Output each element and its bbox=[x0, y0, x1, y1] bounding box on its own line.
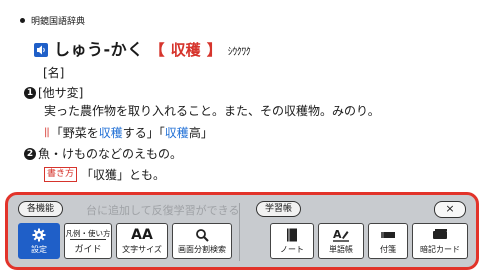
example-link[interactable]: 収穫 bbox=[99, 124, 123, 141]
search-icon bbox=[173, 228, 231, 242]
settings-label: 設定 bbox=[31, 245, 47, 254]
bracket-close: 】 bbox=[206, 41, 222, 59]
vocabulary-button[interactable]: A 単語帳 bbox=[318, 223, 364, 259]
example-text: 高」 bbox=[188, 126, 213, 140]
close-button[interactable]: × bbox=[434, 201, 466, 218]
bullet-icon bbox=[20, 18, 25, 23]
ghost-hint-text: 台に追加して反復学習ができる bbox=[86, 204, 240, 217]
sense-2: 2 魚・けものなどのえもの。 bbox=[24, 145, 182, 162]
bracket-open: 【 bbox=[149, 41, 165, 59]
example-sentence: || 「野菜を 収穫 する」「 収穫 高」 bbox=[44, 124, 213, 141]
note-button[interactable]: ノート bbox=[270, 223, 314, 259]
split-search-label: 画面分割検索 bbox=[178, 245, 226, 254]
sense-1: 1 [他サ変] bbox=[24, 84, 83, 101]
settings-button[interactable]: 設定 bbox=[18, 223, 60, 259]
source-label: 明鏡国語辞典 bbox=[31, 17, 86, 27]
sense-1-definition: 実った農作物を取り入れること。また、その収穫物。みのり。 bbox=[44, 104, 380, 118]
speaker-icon[interactable] bbox=[34, 42, 48, 57]
example-mark: || bbox=[44, 127, 50, 138]
alt-spelling-badge: 書き方 bbox=[44, 167, 78, 182]
memory-card-label: 暗記カード bbox=[420, 245, 460, 254]
sense-2-definition: 魚・けものなどのえもの。 bbox=[38, 147, 183, 161]
guide-top-label: 凡例・使い方 bbox=[65, 229, 111, 238]
vocabulary-label: 単語帳 bbox=[329, 245, 353, 254]
sticky-note-button[interactable]: 付箋 bbox=[368, 223, 408, 259]
svg-text:A: A bbox=[333, 228, 342, 241]
memory-card-button[interactable]: 暗記カード bbox=[412, 223, 468, 259]
alternate-spelling: 書き方 「収獲」とも。 bbox=[44, 166, 165, 183]
group-divider bbox=[239, 203, 240, 261]
reading-kana: ｼｳｸﾜｸ bbox=[227, 47, 251, 58]
guide-label: ガイド bbox=[74, 245, 102, 255]
function-toolbar: 各機能 台に追加して反復学習ができる 学習帳 × 設定 凡例・使い方 ガイド A… bbox=[5, 192, 479, 270]
alt-spelling-text: 「収獲」とも。 bbox=[81, 168, 166, 182]
font-size-icon: AA bbox=[131, 227, 153, 243]
notebook-icon bbox=[271, 228, 313, 242]
vocabulary-icon: A bbox=[319, 228, 363, 242]
headword-row: しゅう-かく 【収穫】 ｼｳｸﾜｸ bbox=[34, 36, 251, 60]
sticky-note-icon bbox=[369, 228, 407, 242]
dictionary-source: 明鏡国語辞典 bbox=[20, 14, 85, 27]
memory-card-icon bbox=[413, 228, 467, 242]
group-label-functions: 各機能 bbox=[18, 201, 64, 217]
font-size-label: 文字サイズ bbox=[122, 245, 162, 254]
part-of-speech: [名] bbox=[43, 66, 65, 80]
sense-1-label: [他サ変] bbox=[38, 86, 84, 100]
group-label-study: 学習帳 bbox=[256, 201, 302, 217]
sticky-note-label: 付箋 bbox=[380, 245, 396, 254]
split-search-button[interactable]: 画面分割検索 bbox=[172, 223, 232, 259]
example-link[interactable]: 収穫 bbox=[165, 124, 189, 141]
sense-number-1: 1 bbox=[24, 86, 36, 99]
sense-number-2: 2 bbox=[24, 147, 36, 160]
guide-divider bbox=[70, 239, 106, 240]
note-label: ノート bbox=[280, 245, 304, 254]
gear-icon bbox=[19, 228, 59, 242]
guide-button[interactable]: 凡例・使い方 ガイド bbox=[64, 223, 112, 259]
example-text: する」「 bbox=[122, 126, 165, 140]
dictionary-entry: 明鏡国語辞典 しゅう-かく 【収穫】 ｼｳｸﾜｸ [名] 1 [他サ変] 実った… bbox=[0, 0, 487, 190]
headword-kanji: 収穫 bbox=[170, 41, 201, 59]
example-text: 「野菜を bbox=[50, 126, 99, 140]
font-size-button[interactable]: AA 文字サイズ bbox=[116, 223, 168, 259]
headword: しゅう-かく bbox=[54, 40, 144, 59]
